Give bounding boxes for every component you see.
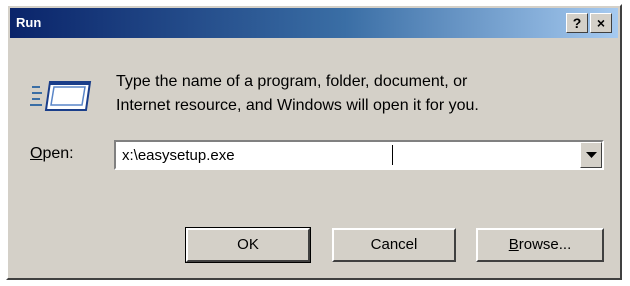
- run-icon: [30, 78, 94, 114]
- chevron-down-icon: [586, 152, 597, 158]
- description-line-2: Internet resource, and Windows will open…: [116, 97, 479, 114]
- open-combobox[interactable]: [114, 140, 604, 170]
- description-text: Type the name of a program, folder, docu…: [116, 70, 596, 118]
- close-button[interactable]: ×: [590, 13, 612, 33]
- text-caret: [392, 145, 393, 165]
- browse-button[interactable]: Browse...: [476, 228, 604, 262]
- open-label-accelerator: O: [30, 145, 43, 162]
- open-label-rest: pen:: [42, 145, 74, 162]
- open-dropdown-button[interactable]: [580, 142, 602, 168]
- run-dialog: Run ? × Type the name of a program, fold…: [6, 4, 622, 280]
- browse-accelerator: B: [508, 236, 519, 253]
- open-input[interactable]: [122, 144, 562, 166]
- help-button[interactable]: ?: [566, 13, 588, 33]
- open-label: Open:: [30, 145, 74, 163]
- cancel-button[interactable]: Cancel: [332, 228, 456, 262]
- browse-label-rest: rowse...: [518, 236, 572, 253]
- window-title: Run: [16, 15, 42, 30]
- description-line-1: Type the name of a program, folder, docu…: [116, 73, 468, 90]
- ok-button[interactable]: OK: [185, 227, 311, 263]
- title-bar[interactable]: Run ? ×: [10, 8, 618, 38]
